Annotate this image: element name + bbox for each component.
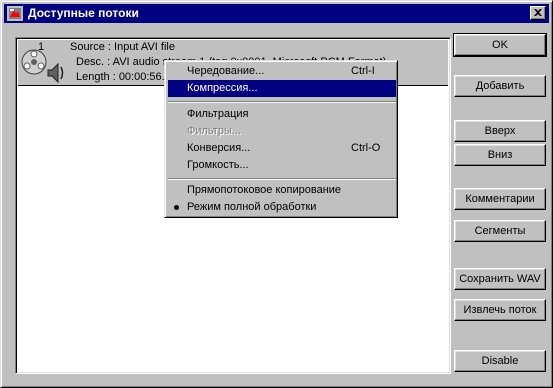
- stream-context-menu: Чередование... Ctrl-I Компрессия... Филь…: [164, 60, 398, 218]
- stream-number: 1: [38, 41, 45, 53]
- menu-item-label: Компрессия...: [187, 82, 258, 94]
- ok-button[interactable]: OK: [453, 33, 547, 57]
- menu-item-label: Чередование...: [187, 65, 265, 77]
- disable-button[interactable]: Disable: [454, 350, 546, 372]
- extract-stream-button[interactable]: Извлечь поток: [454, 299, 546, 321]
- menu-item-label: Фильтрация: [187, 108, 249, 120]
- menu-item-shortcut: Ctrl-O: [351, 142, 381, 154]
- radio-bullet-icon: [174, 205, 179, 210]
- menu-item-filters: Фильтры...: [168, 123, 396, 140]
- menu-item-label: Режим полной обработки: [187, 201, 317, 213]
- down-button[interactable]: Вниз: [454, 144, 546, 166]
- menu-item-direct-copy[interactable]: Прямопотоковое копирование: [168, 182, 396, 199]
- menu-item-filtering[interactable]: Фильтрация: [168, 106, 396, 123]
- comments-button[interactable]: Комментарии: [454, 188, 546, 210]
- save-wav-button[interactable]: Сохранить WAV: [454, 268, 546, 290]
- menu-separator: [168, 101, 396, 103]
- menu-item-full-processing[interactable]: Режим полной обработки: [168, 199, 396, 216]
- menu-item-label: Прямопотоковое копирование: [187, 184, 342, 196]
- menu-item-compression[interactable]: Компрессия...: [168, 80, 396, 97]
- window-title: Доступные потоки: [28, 6, 139, 20]
- title-bar[interactable]: Доступные потоки: [4, 4, 549, 23]
- menu-item-label: Конверсия...: [187, 142, 251, 154]
- menu-item-label: Фильтры...: [187, 125, 242, 137]
- menu-item-shortcut: Ctrl-I: [351, 65, 375, 77]
- menu-separator: [168, 178, 396, 180]
- add-button[interactable]: Добавить: [454, 75, 546, 97]
- stream-length: Length : 00:00:56.4: [76, 71, 171, 83]
- menu-item-conversion[interactable]: Конверсия... Ctrl-O: [168, 140, 396, 157]
- up-button[interactable]: Вверх: [454, 120, 546, 142]
- close-button[interactable]: [530, 6, 546, 20]
- app-icon: [7, 6, 23, 21]
- menu-item-interleave[interactable]: Чередование... Ctrl-I: [168, 63, 396, 80]
- segments-button[interactable]: Сегменты: [454, 220, 546, 242]
- stream-source: Source : Input AVI file: [70, 41, 175, 53]
- menu-item-label: Громкость...: [187, 159, 249, 171]
- close-icon: [534, 7, 542, 19]
- menu-item-volume[interactable]: Громкость...: [168, 157, 396, 174]
